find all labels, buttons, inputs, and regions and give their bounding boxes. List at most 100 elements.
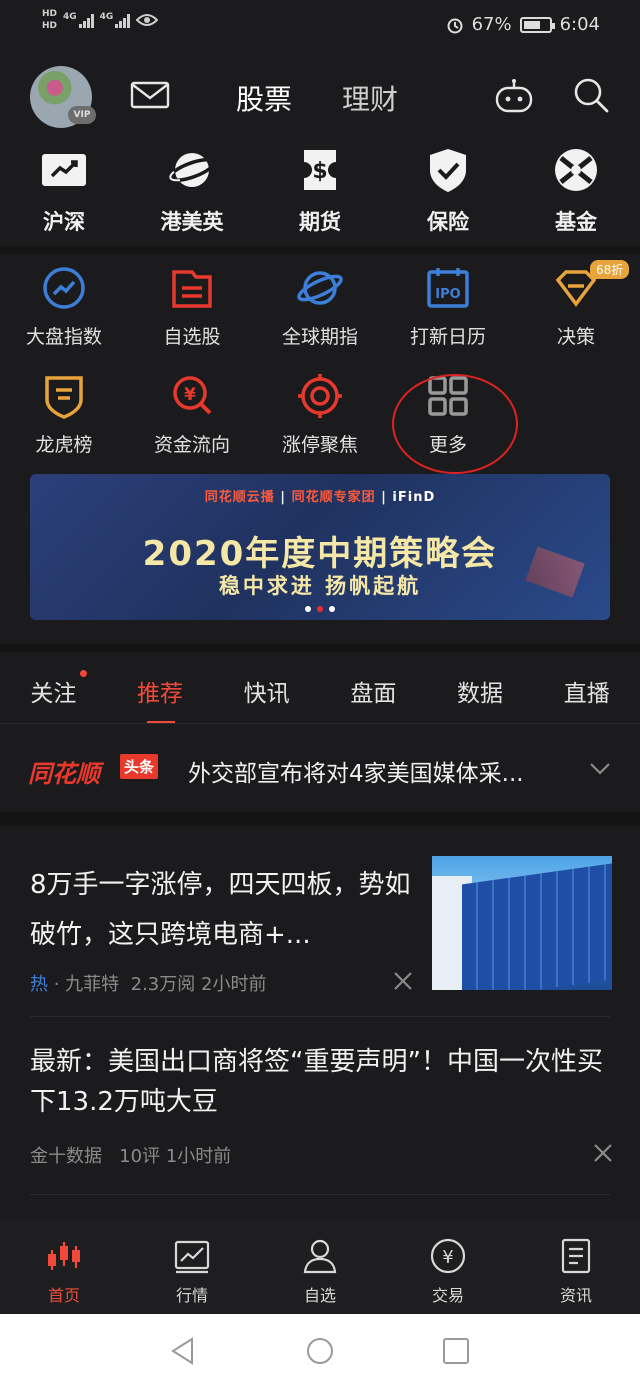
article-meta: 金十数据 10评 1小时前 xyxy=(30,1146,232,1167)
clock-time: 6:04 xyxy=(559,14,600,35)
brand-logo: 同花顺 xyxy=(28,760,100,788)
hd2-label: HD xyxy=(42,21,58,31)
target-icon xyxy=(298,374,342,418)
svg-text:¥: ¥ xyxy=(442,1247,453,1268)
article-divider xyxy=(30,1016,610,1017)
svg-text:¥: ¥ xyxy=(184,385,196,405)
tab-data[interactable]: 数据 xyxy=(427,652,534,724)
document-icon xyxy=(561,1238,591,1274)
nav-home[interactable]: 首页 xyxy=(0,1220,128,1314)
carousel-dots xyxy=(30,606,610,612)
tab-recommended[interactable]: 推荐 xyxy=(107,652,214,724)
svg-text:IPO: IPO xyxy=(435,287,460,302)
news-tab-bar: 关注 推荐 快讯 盘面 数据 直播 xyxy=(0,652,640,724)
article-thumbnail xyxy=(432,856,612,990)
article-title: 8万手一字涨停，四天四板，势如破竹，这只跨境电商+... xyxy=(30,870,411,950)
tab-live[interactable]: 直播 xyxy=(533,652,640,724)
tab-finance[interactable]: 理财 xyxy=(342,78,398,118)
tab-market-surface[interactable]: 盘面 xyxy=(320,652,427,724)
battery-percent: 67% xyxy=(471,14,512,35)
market-chart-icon xyxy=(174,1240,210,1274)
headline-tag: 头条 xyxy=(120,754,159,779)
hot-tag: 热 xyxy=(30,974,48,995)
signal-bars-icon xyxy=(78,12,94,28)
globe-ring-icon xyxy=(297,271,343,305)
article-meta: 热 · 九菲特 2.3万阅 2小时前 xyxy=(30,974,267,995)
category-insurance[interactable]: 保险 xyxy=(384,140,512,244)
function-grid: 大盘指数 自选股 全球期指 IPO 打新日历 决策 68折 龙虎榜 ¥ 资金流向 xyxy=(0,256,640,472)
app-header: VIP 股票 理财 xyxy=(0,56,640,136)
grid-item-global-futures[interactable]: 全球期指 xyxy=(256,256,384,364)
main-categories: 沪深 港美英 $ 期货 保险 基金 xyxy=(0,140,640,244)
section-divider xyxy=(0,644,640,652)
hd1-label: HD xyxy=(42,9,58,19)
yen-circle-icon: ¥ xyxy=(430,1238,466,1274)
battery-icon xyxy=(519,16,555,33)
grid-item-watchlist[interactable]: 自选股 xyxy=(128,256,256,364)
grid-item-dragon-tiger-list[interactable]: 龙虎榜 xyxy=(0,364,128,472)
tab-follow[interactable]: 关注 xyxy=(0,652,107,724)
discount-badge: 68折 xyxy=(590,260,630,279)
promo-banner[interactable]: 同花顺云播 | 同花顺专家团 | iFinD 2020年度中期策略会 稳中求进 … xyxy=(30,474,610,620)
trend-chart-icon xyxy=(42,154,86,186)
close-icon[interactable] xyxy=(392,970,414,992)
status-bar: HD HD 4G 4G 67% 6:04 xyxy=(0,0,640,56)
fund-circle-icon xyxy=(555,149,597,191)
back-icon[interactable] xyxy=(168,1336,198,1366)
grid-item-market-index[interactable]: 大盘指数 xyxy=(0,256,128,364)
highlight-circle xyxy=(392,374,518,474)
alarm-icon xyxy=(447,18,463,33)
vip-badge: VIP xyxy=(68,106,96,124)
unread-dot xyxy=(80,670,87,677)
article-title: 最新：美国出口商将签“重要声明”！中国一次性买下13.2万吨大豆 xyxy=(30,1047,603,1117)
category-funds[interactable]: 基金 xyxy=(512,140,640,244)
banner-title: 2020年度中期策略会 xyxy=(142,534,498,574)
tab-stocks[interactable]: 股票 xyxy=(236,78,292,118)
svg-text:$: $ xyxy=(312,159,327,184)
grid-item-decision[interactable]: 决策 68折 xyxy=(512,256,640,364)
network-status: HD HD 4G 4G xyxy=(42,8,159,32)
signal-2: 4G xyxy=(100,12,131,28)
nav-news[interactable]: 资讯 xyxy=(512,1220,640,1314)
category-hk-us-uk[interactable]: 港美英 xyxy=(128,140,256,244)
nav-watchlist[interactable]: 自选 xyxy=(256,1220,384,1314)
shield-check-icon xyxy=(430,149,466,192)
money-search-icon: ¥ xyxy=(173,376,212,415)
close-icon[interactable] xyxy=(592,1142,614,1164)
chevron-down-icon[interactable] xyxy=(588,756,612,780)
search-icon[interactable] xyxy=(572,76,610,114)
index-circle-icon xyxy=(43,267,85,309)
banner-subtitle: 稳中求进 扬帆起航 xyxy=(218,574,422,598)
article-divider xyxy=(30,1194,610,1195)
grid-item-fund-flow[interactable]: ¥ 资金流向 xyxy=(128,364,256,472)
banner-logos: 同花顺云播 | 同花顺专家团 | iFinD xyxy=(204,490,436,505)
system-status: 67% 6:04 xyxy=(446,14,600,35)
user-icon xyxy=(303,1239,337,1274)
folder-icon xyxy=(172,270,212,308)
nav-trade[interactable]: ¥ 交易 xyxy=(384,1220,512,1314)
section-divider xyxy=(0,246,640,254)
signal-bars-icon xyxy=(115,12,131,28)
candlestick-icon xyxy=(48,1242,80,1270)
bottom-navigation: 首页 行情 自选 ¥ 交易 资讯 xyxy=(0,1220,640,1314)
robot-icon[interactable] xyxy=(494,78,534,114)
headline-text: 外交部宣布将对4家美国媒体采... xyxy=(188,761,524,787)
category-shanghai-shenzhen[interactable]: 沪深 xyxy=(0,140,128,244)
grid-item-ipo-calendar[interactable]: IPO 打新日历 xyxy=(384,256,512,364)
ipo-calendar-icon: IPO xyxy=(427,268,469,308)
badge-shield-icon xyxy=(45,376,83,419)
home-icon[interactable] xyxy=(305,1336,335,1366)
recents-icon[interactable] xyxy=(441,1336,471,1366)
grid-item-limit-up-focus[interactable]: 涨停聚焦 xyxy=(256,364,384,472)
planet-icon xyxy=(168,153,216,187)
signal-1: 4G xyxy=(63,12,94,28)
mail-icon[interactable] xyxy=(130,80,170,110)
dollar-ticket-icon: $ xyxy=(304,150,336,190)
nav-market[interactable]: 行情 xyxy=(128,1220,256,1314)
system-navigation-bar xyxy=(0,1314,640,1387)
category-futures[interactable]: $ 期货 xyxy=(256,140,384,244)
section-divider xyxy=(0,812,640,826)
tab-flash-news[interactable]: 快讯 xyxy=(213,652,320,724)
eye-icon xyxy=(136,14,159,26)
headline-ticker[interactable]: 同花顺 头条 外交部宣布将对4家美国媒体采... xyxy=(0,724,640,812)
